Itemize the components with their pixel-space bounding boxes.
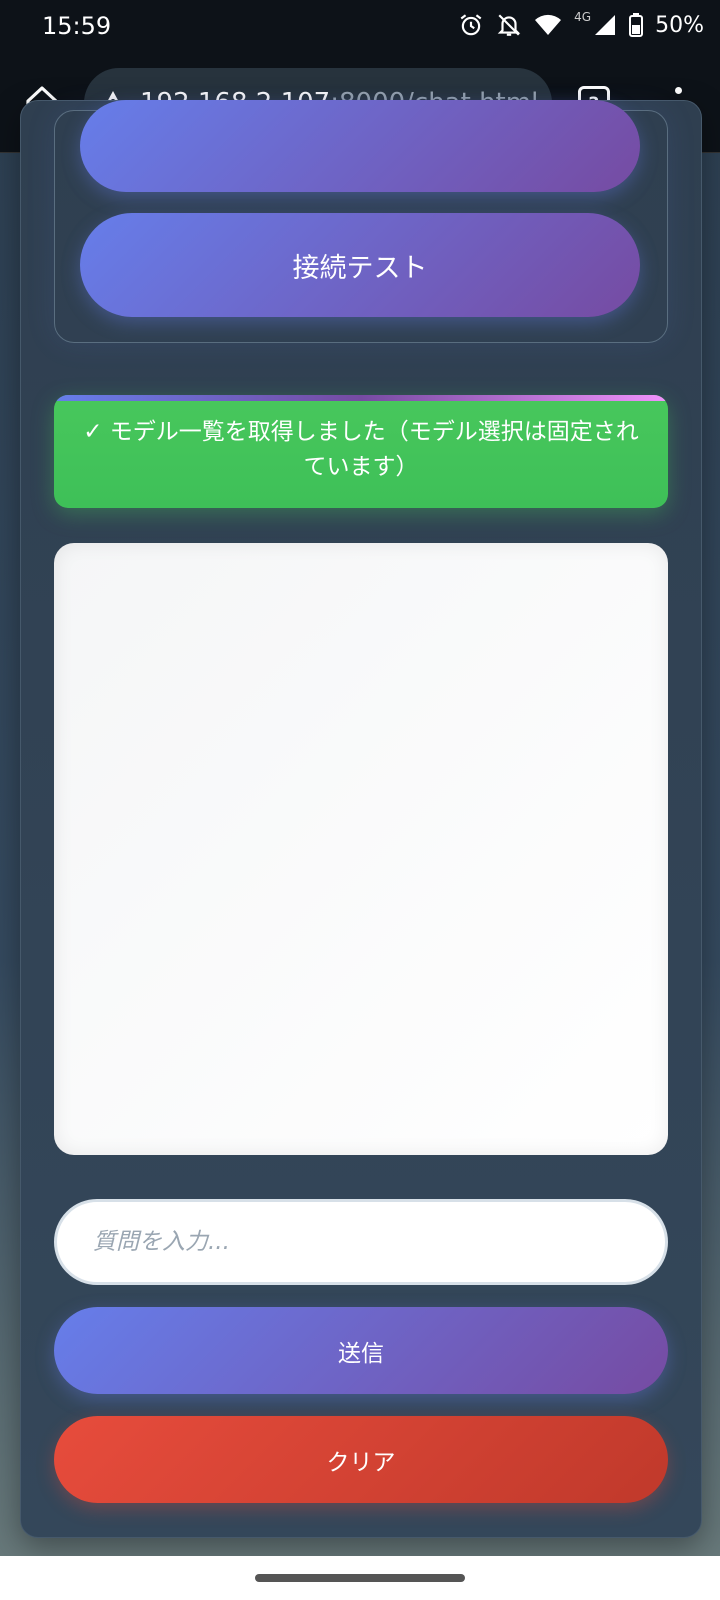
signal-icon (595, 15, 616, 35)
clear-button[interactable]: クリア (54, 1416, 668, 1503)
question-input[interactable] (54, 1199, 668, 1285)
connection-test-button[interactable]: 接続テスト (80, 213, 640, 317)
send-button[interactable]: 送信 (54, 1307, 668, 1394)
chat-messages-area[interactable] (54, 543, 668, 1155)
settings-button-partial[interactable] (80, 100, 640, 192)
alarm-icon (460, 14, 482, 36)
gesture-handle[interactable] (255, 1574, 465, 1582)
status-time: 15:59 (42, 12, 112, 40)
status-message: ✓ モデル一覧を取得しました（モデル選択は固定されています） (54, 395, 668, 508)
battery-percentage: 50% (655, 12, 704, 38)
battery-icon (629, 13, 644, 37)
network-type-label: 4G (574, 10, 592, 24)
notifications-off-icon (497, 14, 521, 36)
wifi-icon (535, 14, 562, 35)
status-bar: 15:59 4G 50% (0, 0, 720, 56)
system-nav-bar (0, 1556, 720, 1600)
status-icons: 4G 50% (458, 10, 704, 38)
